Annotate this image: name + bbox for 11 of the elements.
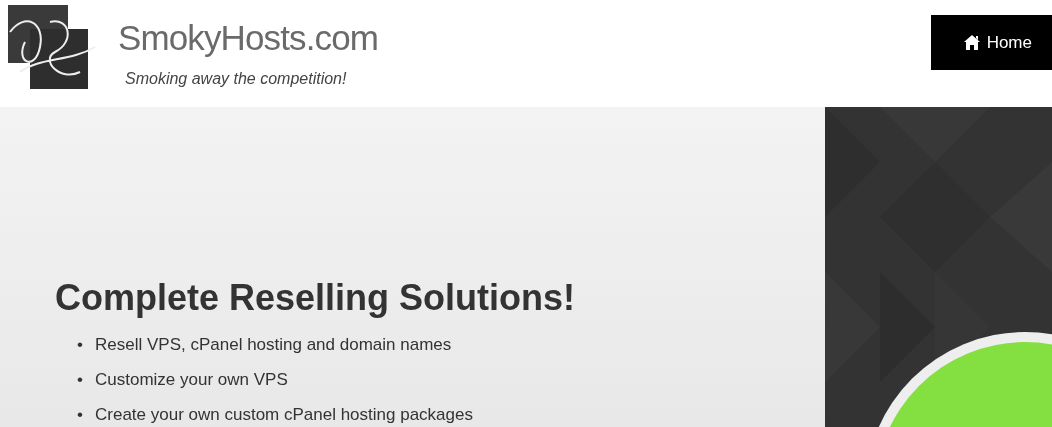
- home-icon: [962, 34, 981, 51]
- feature-item: Resell VPS, cPanel hosting and domain names: [95, 334, 452, 355]
- tagline: Smoking away the competition!: [125, 69, 348, 89]
- home-link[interactable]: Home: [930, 15, 1052, 70]
- bullet: •: [77, 404, 84, 425]
- feature-item: Create your own custom cPanel hosting packages: [95, 404, 473, 425]
- brand-name: SmokyHosts.com: [118, 20, 379, 55]
- feature-item: Customize your own VPS: [95, 369, 288, 390]
- bullet: •: [77, 334, 84, 355]
- bullet: •: [77, 369, 84, 390]
- hero-heading: Complete Reselling Solutions!: [55, 277, 577, 319]
